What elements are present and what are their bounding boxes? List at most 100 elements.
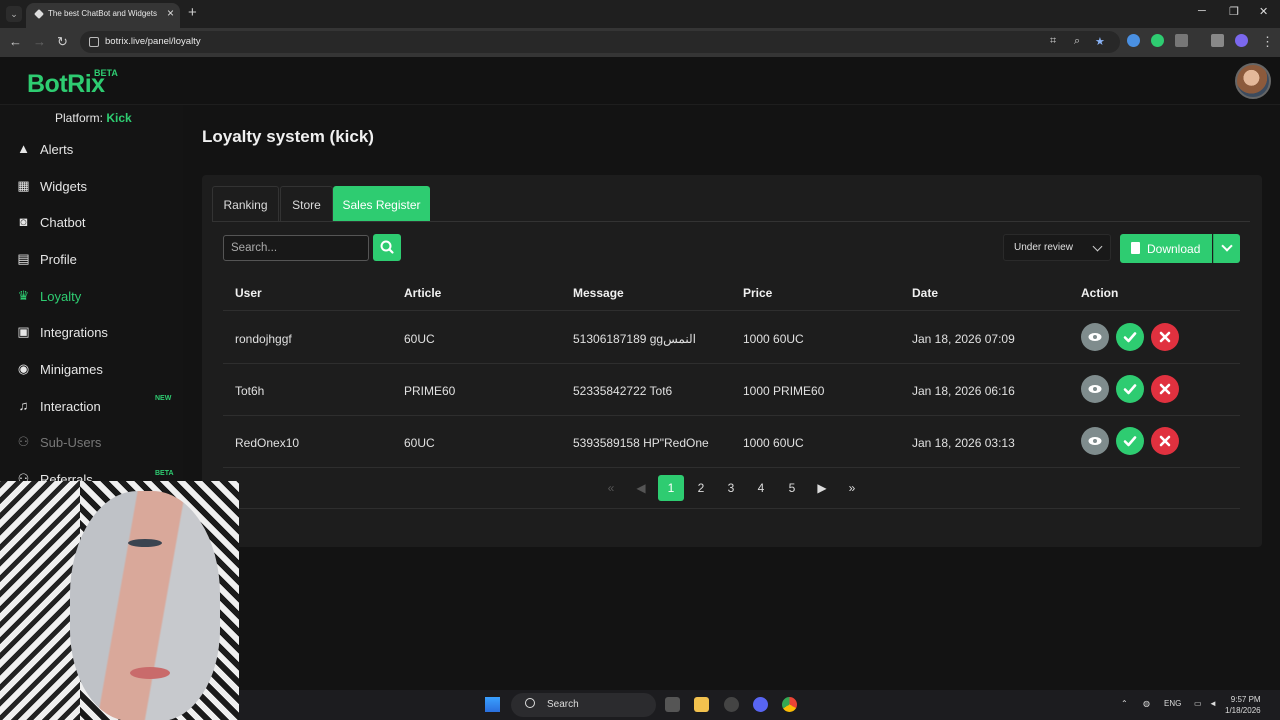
column-header-message: Message	[573, 286, 624, 300]
microphone-icon[interactable]: ◍	[1143, 699, 1150, 708]
page-5-button[interactable]: 5	[779, 475, 805, 501]
cell-user: rondojhggf	[235, 332, 292, 346]
botrix-logo[interactable]: BotRix	[27, 70, 105, 99]
volume-icon[interactable]: ◄	[1209, 699, 1217, 708]
view-button[interactable]	[1081, 375, 1109, 403]
omnibox[interactable]: botrix.live/panel/loyalty ⌗ ⌕ ★	[80, 31, 1120, 53]
row-divider	[223, 363, 1240, 364]
sidebar-item-profile[interactable]: ▤ Profile	[0, 244, 183, 276]
trophy-icon: ♛	[17, 288, 30, 303]
media-icon[interactable]	[1211, 34, 1224, 47]
tabs-divider	[212, 221, 1250, 222]
status-filter-value: Under review	[1014, 242, 1073, 253]
bookmark-star-icon[interactable]: ★	[1095, 35, 1105, 48]
sidebar-item-label: Widgets	[40, 179, 87, 194]
language-indicator[interactable]: ENG	[1164, 699, 1181, 708]
cell-article: PRIME60	[404, 384, 456, 398]
cell-message: 5393589158 HP"RedOne	[573, 436, 709, 450]
sidebar-item-integrations[interactable]: ▣ Integrations	[0, 317, 183, 349]
cell-date: Jan 18, 2026 07:09	[912, 332, 1015, 346]
sidebar-item-alerts[interactable]: ▲ Alerts	[0, 134, 183, 166]
webcam-face	[70, 491, 220, 720]
download-button[interactable]: Download	[1120, 234, 1212, 263]
reject-button[interactable]	[1151, 323, 1179, 351]
reject-button[interactable]	[1151, 427, 1179, 455]
close-tab-icon[interactable]: ×	[167, 6, 174, 20]
file-explorer-icon[interactable]	[694, 697, 709, 712]
user-avatar[interactable]	[1235, 63, 1271, 99]
site-info-icon[interactable]	[89, 37, 99, 47]
view-button[interactable]	[1081, 427, 1109, 455]
minimize-icon[interactable]: ─	[1198, 5, 1206, 17]
tab-sales-register[interactable]: Sales Register	[333, 186, 430, 222]
page-4-button[interactable]: 4	[748, 475, 774, 501]
approve-button[interactable]	[1116, 323, 1144, 351]
extension-icon[interactable]	[1127, 34, 1140, 47]
clock-time: 9:57 PM	[1230, 695, 1261, 704]
taskbar-search[interactable]: Search	[511, 693, 656, 717]
platform-label: Platform:	[55, 111, 104, 125]
column-header-user: User	[235, 286, 262, 300]
sidebar-item-chatbot[interactable]: ◙ Chatbot	[0, 207, 183, 239]
forward-icon[interactable]: →	[33, 34, 46, 49]
sidebar-item-loyalty[interactable]: ♛ Loyalty	[0, 281, 183, 313]
new-tab-icon[interactable]: +	[188, 4, 197, 21]
check-icon	[1123, 384, 1137, 395]
column-header-action: Action	[1081, 286, 1119, 300]
search-button[interactable]	[373, 234, 401, 261]
row-divider	[223, 467, 1240, 468]
menu-kebab-icon[interactable]: ⋮	[1261, 34, 1274, 50]
prev-page-icon[interactable]: ◀	[628, 475, 654, 501]
chrome-icon[interactable]	[782, 697, 797, 712]
sidebar-item-label: Integrations	[40, 325, 108, 340]
profile-icon[interactable]	[1235, 34, 1248, 47]
cell-user: Tot6h	[235, 384, 265, 398]
cell-user: RedOnex10	[235, 436, 300, 450]
windows-start-icon[interactable]	[485, 697, 500, 712]
extensions-puzzle-icon[interactable]	[1175, 34, 1188, 47]
next-page-icon[interactable]: ▶	[809, 475, 835, 501]
task-view-icon[interactable]	[665, 697, 680, 712]
zoom-icon[interactable]: ⌕	[1074, 35, 1080, 48]
reload-icon[interactable]: ↻	[57, 34, 68, 50]
close-window-icon[interactable]: ✕	[1259, 5, 1268, 18]
page-3-button[interactable]: 3	[718, 475, 744, 501]
webcam-eye	[128, 539, 162, 547]
search-icon	[525, 698, 535, 708]
sidebar-item-interaction[interactable]: ♫ Interaction NEW	[0, 391, 183, 423]
app-icon[interactable]	[724, 697, 739, 712]
restore-icon[interactable]: ❐	[1229, 5, 1239, 18]
approve-button[interactable]	[1116, 427, 1144, 455]
page-1-button[interactable]: 1	[658, 475, 684, 501]
first-page-icon[interactable]: «	[598, 475, 624, 501]
webcam-overlay	[0, 481, 239, 720]
translate-icon[interactable]: ⌗	[1050, 35, 1056, 48]
discord-icon[interactable]	[753, 697, 768, 712]
sidebar-item-widgets[interactable]: ▦ Widgets	[0, 171, 183, 203]
grid-icon: ▦	[17, 178, 30, 193]
sidebar-item-minigames[interactable]: ◉ Minigames	[0, 354, 183, 386]
network-icon[interactable]: ▭	[1194, 699, 1202, 708]
extension-icon[interactable]	[1151, 34, 1164, 47]
sidebar-item-sub-users[interactable]: ⚇ Sub-Users	[0, 427, 183, 459]
url-text[interactable]: botrix.live/panel/loyalty	[105, 36, 201, 47]
status-filter-select[interactable]: Under review	[1003, 234, 1111, 261]
tray-overflow-icon[interactable]: ⌃	[1121, 699, 1128, 708]
eye-icon	[1088, 333, 1102, 341]
last-page-icon[interactable]: »	[839, 475, 865, 501]
download-options-toggle[interactable]	[1213, 234, 1240, 263]
browser-tab[interactable]: The best ChatBot and Widgets ×	[26, 3, 180, 28]
main-content: Loyalty system (kick) Ranking Store Sale…	[183, 105, 1280, 690]
search-input[interactable]	[223, 235, 369, 261]
cell-price: 1000 60UC	[743, 436, 804, 450]
chevron-down-icon	[1221, 240, 1233, 252]
taskbar-clock[interactable]: 9:57 PM 1/18/2026	[1225, 694, 1261, 716]
page-2-button[interactable]: 2	[688, 475, 714, 501]
back-icon[interactable]: ←	[9, 34, 22, 49]
tab-ranking[interactable]: Ranking	[212, 186, 279, 222]
tab-store[interactable]: Store	[280, 186, 333, 222]
tab-list-button[interactable]: ⌄	[6, 6, 22, 22]
approve-button[interactable]	[1116, 375, 1144, 403]
reject-button[interactable]	[1151, 375, 1179, 403]
view-button[interactable]	[1081, 323, 1109, 351]
